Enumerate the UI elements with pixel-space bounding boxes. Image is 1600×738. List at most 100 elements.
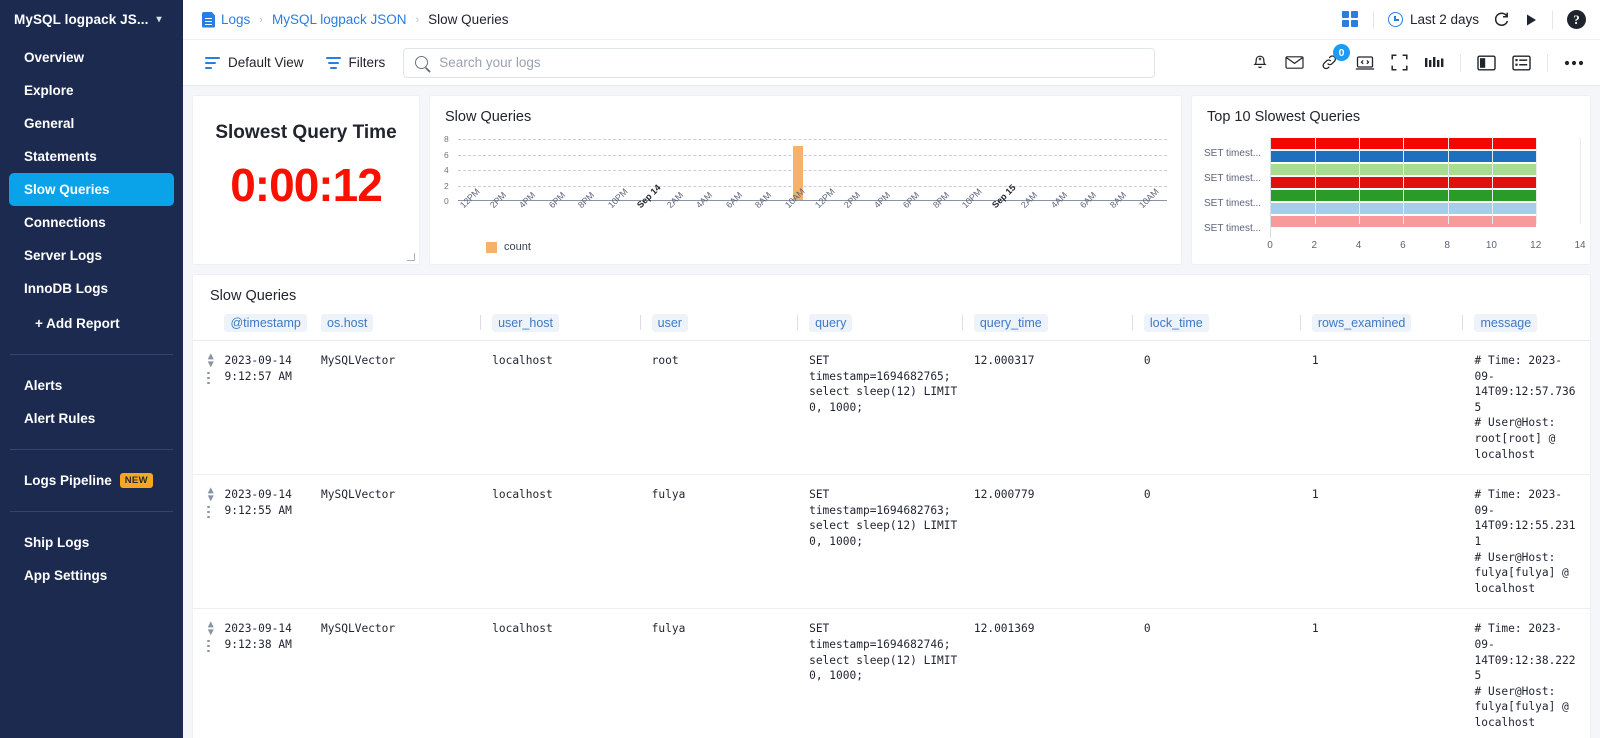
sidebar-item-slow-queries[interactable]: Slow Queries — [9, 173, 174, 206]
chart-title: Slow Queries — [445, 109, 532, 125]
row-expand-toggle[interactable]: ▲ ▼ — [207, 352, 214, 370]
row-menu-icon[interactable] — [207, 639, 214, 653]
top10-x-tick: 4 — [1355, 240, 1362, 251]
table-row[interactable]: ▲ ▼ 2023-09-14 9:12:57 AM MySQLVector localh… — [193, 340, 1590, 476]
column-header-query-time[interactable]: query_time — [961, 314, 1144, 341]
y-axis-tick: 4 — [444, 165, 449, 175]
list-detail-icon[interactable] — [1512, 55, 1531, 71]
gridline — [458, 170, 1167, 171]
top10-x-tick: 12 — [1530, 240, 1542, 251]
column-header-message[interactable]: message — [1462, 314, 1590, 341]
top-bar: Logs › MySQL logpack JSON › Slow Queries… — [183, 0, 1600, 40]
search-box[interactable] — [403, 47, 1156, 78]
top10-chart: SET timest... SET timest... SET timest... S… — [1192, 125, 1590, 256]
sidebar-item-server-logs[interactable]: Server Logs — [9, 239, 174, 272]
sidebar-item-overview[interactable]: Overview — [9, 41, 174, 74]
row-tools: ▲ ▼ — [193, 608, 225, 738]
cell-query: SET timestamp=1694682746; select sleep(1… — [809, 608, 974, 738]
sidebar-item-innodb-logs[interactable]: InnoDB Logs — [9, 272, 174, 305]
sidebar-item-explore[interactable]: Explore — [9, 74, 174, 107]
sidebar-item-ship-logs[interactable]: Ship Logs — [9, 526, 174, 559]
column-header-user[interactable]: user — [639, 314, 810, 341]
default-view-button[interactable]: Default View — [201, 51, 308, 74]
top-bar-actions: Last 2 days ? — [1341, 10, 1586, 29]
cell-os-host: MySQLVector — [321, 608, 493, 738]
cell-os-host: MySQLVector — [321, 340, 493, 476]
app-root: MySQL logpack JS... ▾ Overview Explore G… — [0, 0, 1600, 738]
grid-add-icon[interactable] — [1341, 11, 1359, 28]
chevron-down-icon[interactable]: ▼ — [208, 494, 214, 504]
sidebar-item-statements[interactable]: Statements — [9, 140, 174, 173]
sidebar-pack-selector[interactable]: MySQL logpack JS... ▾ — [0, 0, 183, 33]
chevron-down-icon[interactable]: ▼ — [208, 360, 214, 370]
filters-label: Filters — [348, 55, 386, 70]
more-options-icon[interactable] — [1564, 60, 1584, 66]
sidebar-item-alerts[interactable]: Alerts — [9, 369, 174, 402]
bell-alert-icon[interactable] — [1251, 54, 1269, 72]
link-badge-count: 0 — [1333, 44, 1350, 61]
top10-x-tick: 8 — [1444, 240, 1450, 251]
play-icon[interactable] — [1524, 13, 1538, 27]
cell-query-time: 12.001369 — [973, 608, 1144, 738]
row-menu-icon[interactable] — [207, 505, 214, 519]
new-badge: NEW — [119, 473, 153, 488]
search-input[interactable] — [437, 54, 1144, 71]
cell-user: root — [651, 340, 810, 476]
sidebar-item-app-settings[interactable]: App Settings — [9, 559, 174, 592]
cell-user: fulya — [651, 474, 810, 610]
gridline — [1580, 138, 1581, 224]
column-header-lock-time[interactable]: lock_time — [1131, 314, 1312, 341]
resize-handle[interactable] — [407, 253, 415, 261]
cell-query: SET timestamp=1694682765; select sleep(1… — [809, 340, 974, 476]
column-header-os-host[interactable]: os.host — [321, 314, 493, 341]
document-icon — [201, 11, 217, 29]
sidebar-item-connections[interactable]: Connections — [9, 206, 174, 239]
breadcrumb-pack[interactable]: MySQL logpack JSON — [272, 12, 407, 27]
divider-4 — [1547, 53, 1548, 72]
breadcrumb-current: Slow Queries — [428, 12, 509, 27]
add-report-button[interactable]: + Add Report — [9, 307, 174, 340]
sidebar-item-logs-pipeline[interactable]: Logs Pipeline NEW — [9, 464, 174, 497]
split-panel-icon[interactable] — [1477, 55, 1496, 71]
gridline — [458, 185, 1167, 187]
row-tools: ▲ ▼ — [193, 474, 225, 610]
histogram-icon[interactable] — [1424, 56, 1444, 69]
cell-query-time: 12.000317 — [973, 340, 1144, 476]
cell-lock-time: 0 — [1143, 340, 1312, 476]
column-header-query[interactable]: query — [797, 314, 974, 341]
table-header-row: @timestamp os.host user_host user query … — [193, 314, 1590, 341]
chart-legend: count — [430, 241, 1181, 253]
mail-icon[interactable] — [1285, 55, 1304, 70]
link-icon[interactable]: 0 — [1320, 44, 1350, 72]
chevron-down-icon[interactable]: ▼ — [208, 628, 214, 638]
embed-code-icon[interactable] — [1355, 55, 1375, 71]
help-icon[interactable]: ? — [1567, 10, 1586, 29]
fullscreen-icon[interactable] — [1391, 54, 1408, 71]
sidebar-item-alert-rules[interactable]: Alert Rules — [9, 402, 174, 435]
cell-user-host: localhost — [492, 474, 652, 610]
row-tools: ▲ ▼ — [193, 340, 225, 476]
table-row[interactable]: ▲ ▼ 2023-09-14 9:12:38 AM MySQLVector localh… — [193, 608, 1590, 738]
cell-rows-examined: 1 — [1311, 474, 1475, 610]
filter-icon — [325, 56, 341, 69]
filters-button[interactable]: Filters — [322, 51, 390, 74]
table-row[interactable]: ▲ ▼ 2023-09-14 9:12:55 AM MySQLVector localh… — [193, 474, 1590, 610]
column-header-timestamp[interactable]: @timestamp — [224, 314, 322, 341]
cell-timestamp: 2023-09-14 9:12:38 AM — [224, 608, 322, 738]
column-header-rows-examined[interactable]: rows_examined — [1299, 314, 1475, 341]
divider-2 — [1552, 10, 1553, 29]
time-range-picker[interactable]: Last 2 days — [1387, 12, 1479, 27]
top10-category-label: SET timest... — [1204, 223, 1262, 234]
table-body: ▲ ▼ 2023-09-14 9:12:57 AM MySQLVector localh… — [193, 340, 1590, 738]
list-view-icon — [205, 56, 220, 69]
cell-user-host: localhost — [492, 340, 652, 476]
main-content: Logs › MySQL logpack JSON › Slow Queries… — [183, 0, 1600, 738]
column-header-user-host[interactable]: user_host — [480, 314, 652, 341]
sidebar-item-general[interactable]: General — [9, 107, 174, 140]
top-10-slowest-queries-card: Top 10 Slowest Queries SET timest... SET … — [1191, 95, 1591, 265]
breadcrumb-logs[interactable]: Logs — [221, 12, 250, 27]
row-menu-icon[interactable] — [207, 371, 214, 384]
refresh-icon[interactable] — [1493, 11, 1510, 28]
row-expand-toggle[interactable]: ▲ ▼ — [207, 620, 214, 638]
row-expand-toggle[interactable]: ▲ ▼ — [207, 486, 214, 504]
